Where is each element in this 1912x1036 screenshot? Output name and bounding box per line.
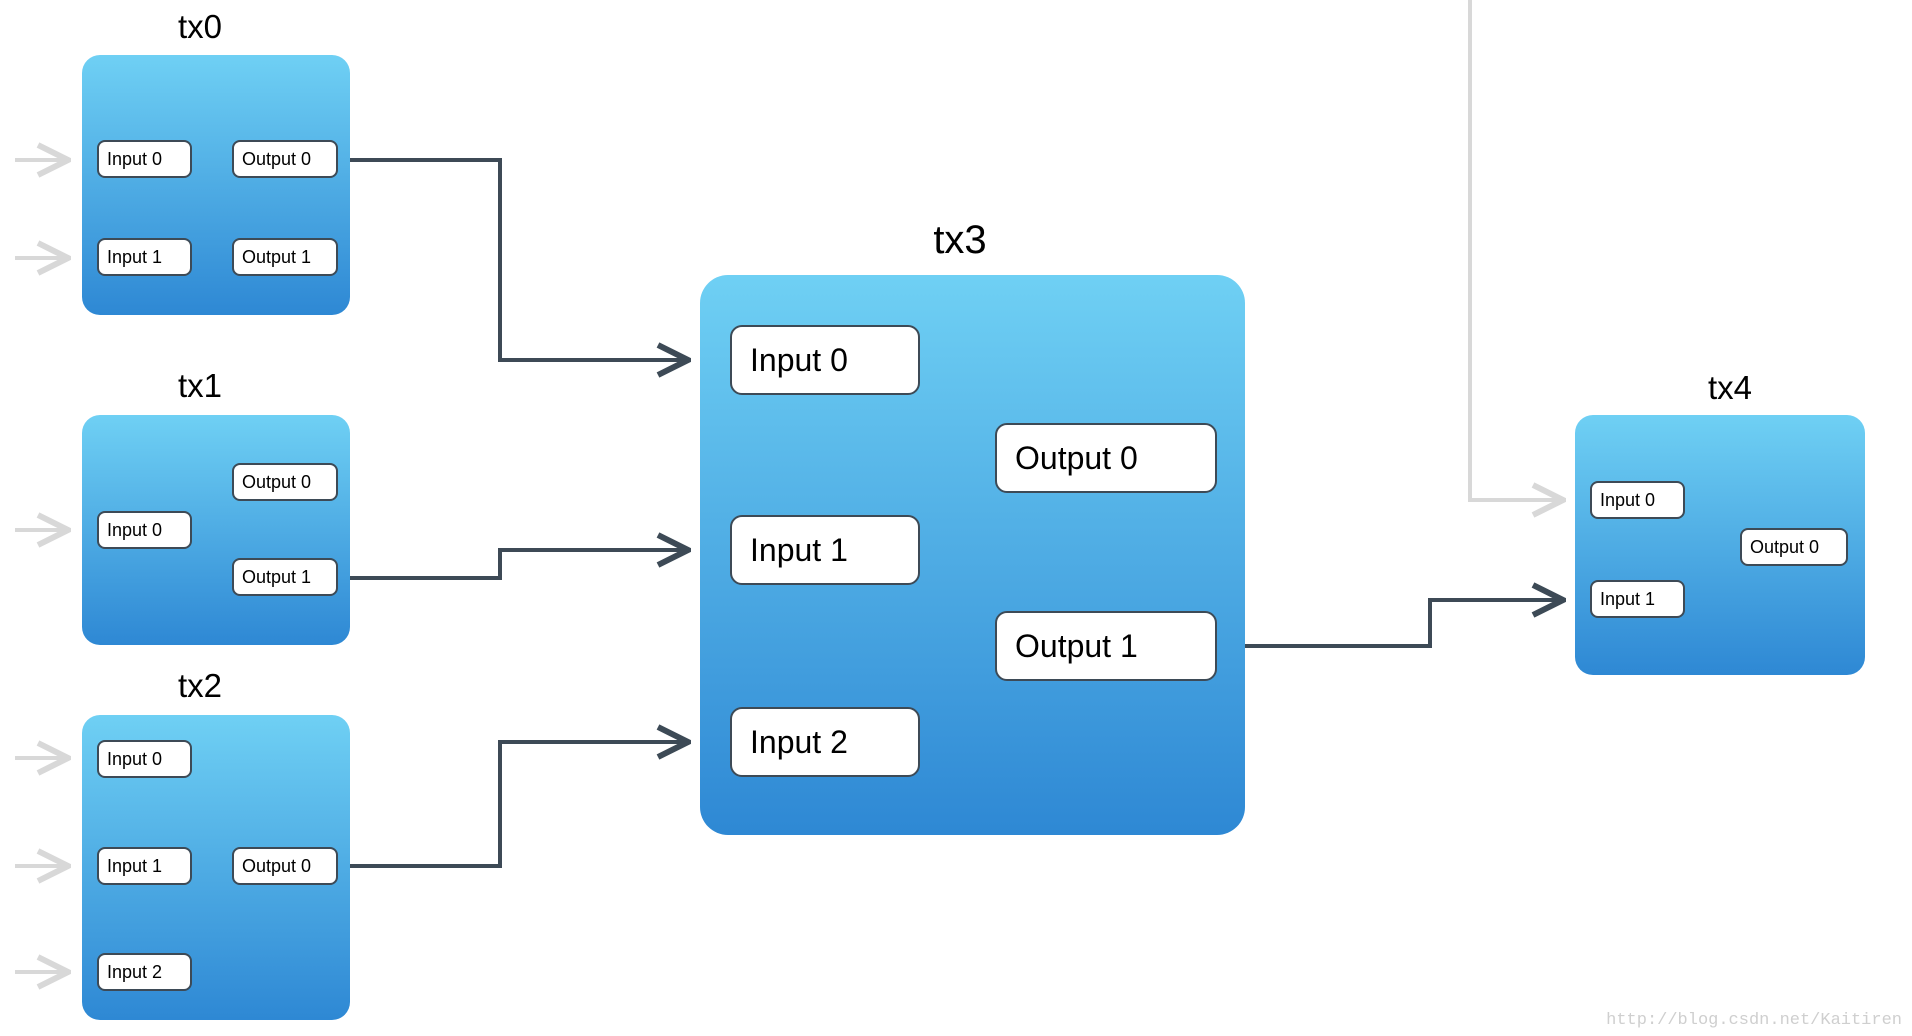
tx4-title: tx4 xyxy=(1670,369,1790,407)
tx2-input-1: Input 1 xyxy=(97,847,192,885)
tx3-output-1: Output 1 xyxy=(995,611,1217,681)
tx0-input-0: Input 0 xyxy=(97,140,192,178)
watermark: http://blog.csdn.net/Kaitiren xyxy=(1606,1011,1902,1030)
tx4-input-1: Input 1 xyxy=(1590,580,1685,618)
arrow-tx2-out0-to-tx3-in2 xyxy=(350,742,685,866)
tx3-output-0: Output 0 xyxy=(995,423,1217,493)
tx1-output-1: Output 1 xyxy=(232,558,338,596)
tx3-input-0: Input 0 xyxy=(730,325,920,395)
tx1-box: Input 0 Output 0 Output 1 xyxy=(82,415,350,645)
tx2-input-2: Input 2 xyxy=(97,953,192,991)
tx0-output-1: Output 1 xyxy=(232,238,338,276)
tx4-box: Input 0 Input 1 Output 0 xyxy=(1575,415,1865,675)
arrow-tx0-out0-to-tx3-in0 xyxy=(350,160,685,360)
tx2-input-0: Input 0 xyxy=(97,740,192,778)
tx3-input-1: Input 1 xyxy=(730,515,920,585)
tx1-output-0: Output 0 xyxy=(232,463,338,501)
tx1-title: tx1 xyxy=(140,367,260,405)
tx3-title: tx3 xyxy=(900,218,1020,263)
tx0-input-1: Input 1 xyxy=(97,238,192,276)
arrow-ghost-to-tx4-in0 xyxy=(1470,0,1560,500)
tx4-output-0: Output 0 xyxy=(1740,528,1848,566)
tx2-box: Input 0 Input 1 Input 2 Output 0 xyxy=(82,715,350,1020)
tx0-output-0: Output 0 xyxy=(232,140,338,178)
tx3-box: Input 0 Input 1 Input 2 Output 0 Output … xyxy=(700,275,1245,835)
tx0-box: Input 0 Input 1 Output 0 Output 1 xyxy=(82,55,350,315)
tx4-input-0: Input 0 xyxy=(1590,481,1685,519)
tx0-title: tx0 xyxy=(140,8,260,46)
tx2-title: tx2 xyxy=(140,667,260,705)
diagram-canvas: { "watermark": "http://blog.csdn.net/Kai… xyxy=(0,0,1912,1036)
tx1-input-0: Input 0 xyxy=(97,511,192,549)
arrow-tx3-out1-to-tx4-in1 xyxy=(1245,600,1560,646)
tx2-output-0: Output 0 xyxy=(232,847,338,885)
arrow-tx1-out1-to-tx3-in1 xyxy=(350,550,685,578)
tx3-input-2: Input 2 xyxy=(730,707,920,777)
